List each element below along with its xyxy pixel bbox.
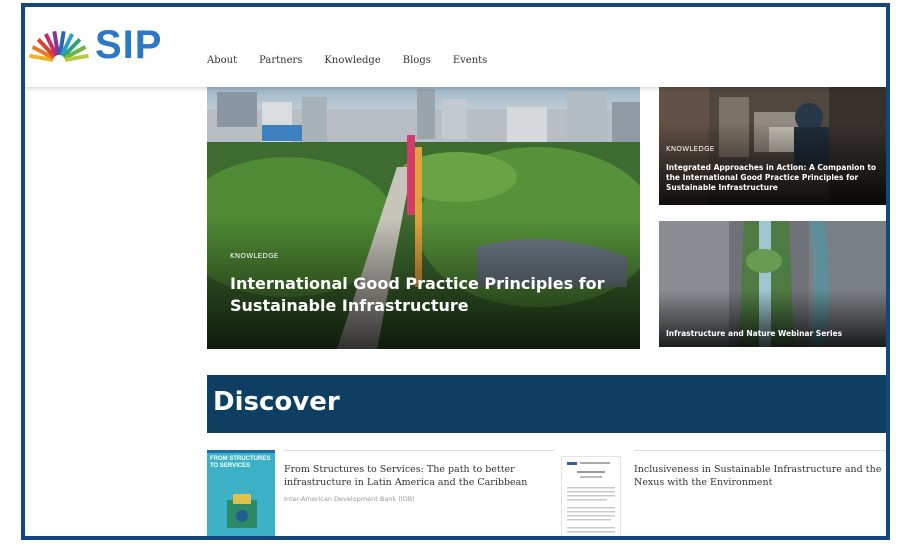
- report-cover-illustration: [207, 450, 275, 528]
- logo-text: SIP: [95, 23, 163, 67]
- hero-tag: KNOWLEDGE: [230, 252, 279, 260]
- nav-blogs[interactable]: Blogs: [403, 55, 431, 66]
- document-page-icon: [567, 462, 615, 533]
- site-logo[interactable]: SIP: [29, 25, 162, 65]
- document-thumbnail[interactable]: [561, 456, 621, 536]
- side-card-title[interactable]: Integrated Approaches in Action: A Compa…: [666, 163, 881, 193]
- main-nav: About Partners Knowledge Blogs Events: [207, 55, 509, 66]
- card-title[interactable]: From Structures to Services: The path to…: [284, 463, 544, 489]
- hero-title[interactable]: International Good Practice Principles f…: [230, 273, 630, 317]
- report-cover-image[interactable]: FROM STRUCTURES TO SERVICES: [207, 450, 275, 536]
- site-header: SIP About Partners Knowledge Blogs Event…: [25, 7, 886, 87]
- side-card-tag: KNOWLEDGE: [666, 145, 715, 153]
- side-card-webinar-series[interactable]: Infrastructure and Nature Webinar Series: [659, 221, 886, 347]
- card-divider: [284, 450, 554, 451]
- browser-frame: SIP About Partners Knowledge Blogs Event…: [21, 3, 890, 540]
- card-divider: [634, 450, 886, 451]
- nav-knowledge[interactable]: Knowledge: [324, 55, 380, 66]
- rainbow-fan-icon: [29, 31, 89, 62]
- hero-feature-card[interactable]: KNOWLEDGE International Good Practice Pr…: [207, 87, 640, 349]
- card-publisher: Inter-American Development Bank (IDB): [284, 495, 415, 503]
- side-card-integrated-approaches[interactable]: KNOWLEDGE Integrated Approaches in Actio…: [659, 87, 886, 205]
- side-card-title[interactable]: Infrastructure and Nature Webinar Series: [666, 329, 881, 339]
- nav-about[interactable]: About: [207, 55, 237, 66]
- card-title[interactable]: Inclusiveness in Sustainable Infrastruct…: [634, 463, 884, 489]
- nav-partners[interactable]: Partners: [259, 55, 302, 66]
- discover-heading: Discover: [213, 387, 340, 417]
- nav-events[interactable]: Events: [453, 55, 487, 66]
- discover-banner: Discover: [207, 375, 886, 433]
